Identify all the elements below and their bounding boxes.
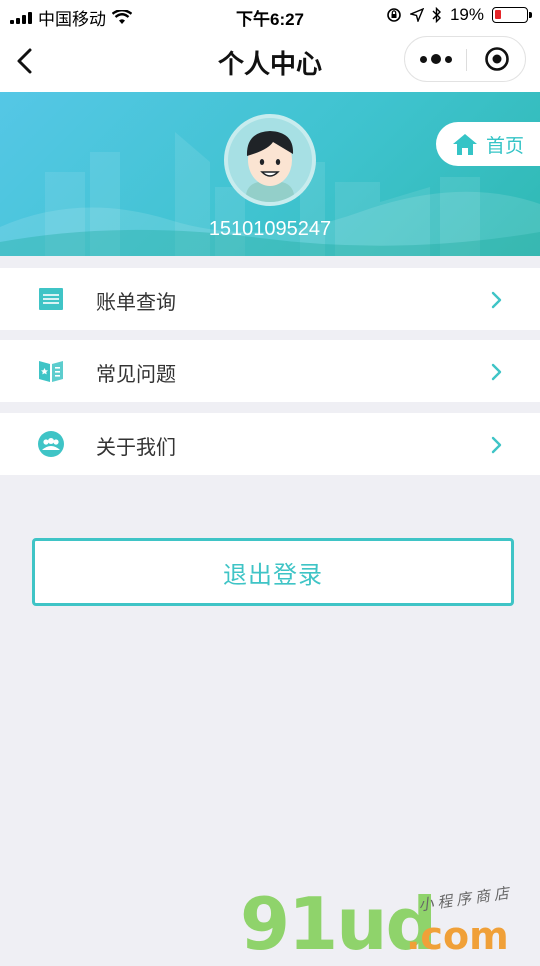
avatar-face-icon [246, 131, 294, 202]
watermark-logo: 91ud .com 小程序商店 [240, 880, 540, 960]
chevron-right-icon [491, 291, 502, 309]
faq-book-icon [39, 361, 63, 382]
close-mini-program-icon[interactable] [467, 37, 527, 81]
bill-icon [39, 288, 63, 310]
home-icon [453, 134, 477, 155]
status-bar: 中国移动 下午6:27 19% [0, 0, 540, 30]
menu-item-faq[interactable]: 常见问题 [0, 340, 540, 402]
navigation-bar: 个人中心 [0, 30, 540, 92]
profile-header: 15101095247 首页 [0, 92, 540, 256]
more-options-icon[interactable] [405, 37, 466, 81]
menu-item-label: 关于我们 [96, 437, 176, 459]
watermark-suffix: .com [406, 914, 509, 958]
location-arrow-icon [409, 8, 424, 22]
chevron-right-icon [491, 436, 502, 454]
home-button[interactable]: 首页 [436, 122, 540, 166]
avatar[interactable] [224, 114, 316, 206]
menu-item-label: 常见问题 [96, 364, 176, 386]
about-us-icon [38, 431, 64, 457]
battery-level [495, 10, 501, 19]
menu-item-label: 账单查询 [96, 292, 176, 314]
home-button-label: 首页 [486, 135, 525, 157]
bluetooth-icon [432, 7, 441, 23]
battery-percent: 19% [449, 5, 484, 24]
logout-button[interactable]: 退出登录 [32, 538, 514, 606]
menu-item-about-us[interactable]: 关于我们 [0, 413, 540, 475]
mini-program-capsule [404, 36, 526, 82]
chevron-right-icon [491, 363, 502, 381]
user-phone-number: 15101095247 [208, 218, 332, 240]
orientation-lock-icon [387, 8, 401, 22]
status-right: 19% [386, 5, 532, 25]
battery-icon [492, 7, 532, 23]
menu-item-bill-query[interactable]: 账单查询 [0, 268, 540, 330]
